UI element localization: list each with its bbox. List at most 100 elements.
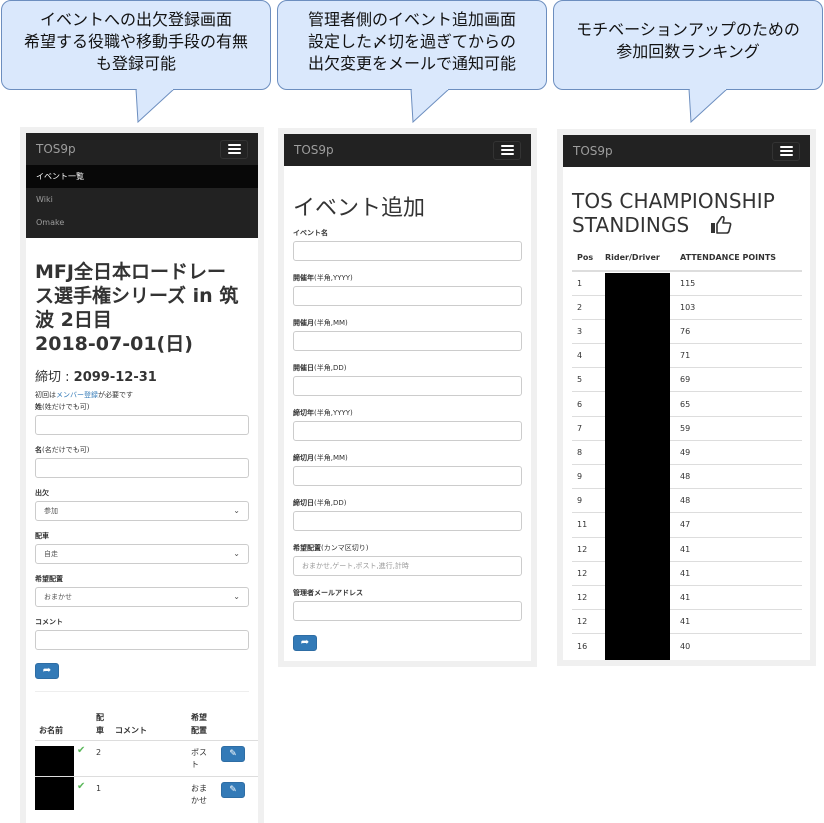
field-input[interactable]	[293, 376, 522, 396]
position-cell: おま かせ	[191, 784, 207, 805]
comment-input[interactable]	[35, 630, 249, 650]
pos-cell: 5	[572, 367, 600, 392]
position-select[interactable]: おまかせ ⌄	[35, 587, 249, 607]
points-cell: 76	[675, 318, 802, 344]
menu-item-wiki[interactable]: Wiki	[26, 188, 258, 211]
navbar: TOS9p	[284, 134, 531, 166]
points-cell: 59	[675, 415, 802, 441]
event-title: MFJ全日本ロードレー ス選手権シリーズ in 筑 波 2日目 2018-07-…	[35, 260, 249, 356]
member-register-link[interactable]: メンバー登録	[56, 391, 98, 399]
points-cell: 47	[675, 512, 802, 538]
callout-line: 設定した〆切を過ぎてからの	[307, 32, 516, 51]
standings-content: TOS CHAMPIONSHIP STANDINGS Pos Rider/Dri…	[563, 189, 810, 658]
submit-button[interactable]: ➦	[293, 635, 317, 651]
pos-cell: 6	[572, 391, 600, 417]
pos-cell: 12	[572, 560, 600, 586]
points-cell: 41	[675, 584, 802, 610]
points-cell: 115	[675, 270, 802, 296]
menu-toggle-icon[interactable]	[493, 140, 521, 160]
field-label: イベント名	[293, 229, 328, 237]
field-input[interactable]	[293, 601, 522, 621]
col-position-1: 希望	[191, 713, 207, 722]
car-cell: 2	[96, 748, 102, 757]
field-label: 開催月(半角,MM)	[293, 319, 348, 327]
edit-button[interactable]: ✎	[221, 782, 245, 798]
event-title-line: 波 2日目	[35, 309, 112, 331]
callout-line: 管理者側のイベント追加画面	[307, 10, 516, 29]
pos-cell: 1	[572, 270, 600, 296]
navbar: TOS9p	[563, 135, 810, 167]
car-select[interactable]: 自走 ⌄	[35, 544, 249, 564]
pos-cell: 9	[572, 463, 600, 489]
divider	[35, 691, 249, 692]
points-cell: 48	[675, 488, 802, 513]
menu-item-events[interactable]: イベント一覧	[26, 165, 258, 188]
table-header-row: Pos Rider/Driver ATTENDANCE POINTS	[572, 245, 802, 272]
menu-item-omake[interactable]: Omake	[26, 211, 258, 234]
points-cell: 65	[675, 391, 802, 417]
points-cell: 40	[675, 633, 802, 658]
attendance-value: 参加	[44, 507, 58, 515]
field-placeholder: おまかせ,ゲート,ポスト,進行,計時	[302, 562, 409, 570]
attendance-table: お名前 配 車 コメント 希望 配置 ✔ 2 ポスト ✎ ✔ 1 おま かせ ✎	[35, 691, 258, 823]
brand[interactable]: TOS9p	[294, 143, 334, 157]
position-value: おまかせ	[44, 593, 72, 601]
nav-menu: イベント一覧 Wiki Omake	[26, 165, 258, 238]
callout-tail	[410, 89, 450, 123]
pos-cell: 4	[572, 343, 600, 368]
page-title: TOS CHAMPIONSHIP STANDINGS	[572, 189, 801, 237]
attendance-select[interactable]: 参加 ⌄	[35, 501, 249, 521]
deadline-value: 2099-12-31	[73, 370, 157, 385]
submit-button[interactable]: ➦	[35, 663, 59, 679]
attendance-label: 出欠	[35, 489, 49, 497]
field-input[interactable]: おまかせ,ゲート,ポスト,進行,計時	[293, 556, 522, 576]
field-label: 締切日(半角,DD)	[293, 499, 347, 507]
screen-attendance: TOS9p イベント一覧 Wiki Omake MFJ全日本ロードレー ス選手権…	[26, 133, 258, 823]
first-name-input[interactable]	[35, 458, 249, 478]
points-cell: 41	[675, 536, 802, 562]
pos-cell: 11	[572, 512, 600, 538]
points-cell: 41	[675, 560, 802, 586]
col-rider: Rider/Driver	[600, 245, 675, 272]
col-name: お名前	[39, 726, 63, 735]
callout-line: イベントへの出欠登録画面	[39, 10, 232, 29]
note-text: が必要です	[98, 391, 133, 399]
deadline: 締切 : 2099-12-31	[35, 366, 249, 385]
callout-line: 希望する役職や移動手段の有無	[23, 32, 248, 51]
last-name-input[interactable]	[35, 415, 249, 435]
pencil-icon: ✎	[229, 749, 237, 759]
callout-line: モチベーションアップのための	[576, 20, 800, 39]
title-line: TOS CHAMPIONSHIP	[572, 189, 775, 213]
brand[interactable]: TOS9p	[573, 144, 613, 158]
col-comment: コメント	[115, 726, 147, 735]
check-icon: ✔	[77, 745, 86, 756]
first-name-label: 名(名だけでも可)	[35, 446, 90, 454]
field-input[interactable]	[293, 421, 522, 441]
menu-toggle-icon[interactable]	[220, 139, 248, 159]
comment-label: コメント	[35, 618, 63, 626]
field-input[interactable]	[293, 286, 522, 306]
col-position-2: 配置	[191, 726, 207, 735]
car-cell: 1	[96, 784, 102, 793]
event-title-line: MFJ全日本ロードレー	[35, 261, 226, 283]
field-input[interactable]	[293, 511, 522, 531]
field-label: 管理者メールアドレス	[293, 589, 363, 597]
share-arrow-icon: ➦	[42, 665, 52, 676]
points-cell: 41	[675, 609, 802, 634]
car-label: 配車	[35, 532, 49, 540]
field-input[interactable]	[293, 466, 522, 486]
redacted-riders	[605, 273, 670, 660]
navbar: TOS9p	[26, 133, 258, 165]
edit-button[interactable]: ✎	[221, 746, 245, 762]
brand[interactable]: TOS9p	[36, 142, 76, 156]
field-input[interactable]	[293, 331, 522, 351]
pos-cell: 12	[572, 584, 600, 610]
registration-note: 初回はメンバー登録が必要です	[35, 390, 249, 400]
points-cell: 48	[675, 463, 802, 489]
chevron-down-icon: ⌄	[233, 506, 240, 515]
menu-toggle-icon[interactable]	[772, 141, 800, 161]
callout-ranking: モチベーションアップのための 参加回数ランキング	[553, 0, 823, 90]
title-line: STANDINGS	[572, 213, 801, 237]
pos-cell: 9	[572, 488, 600, 513]
field-input[interactable]	[293, 241, 522, 261]
